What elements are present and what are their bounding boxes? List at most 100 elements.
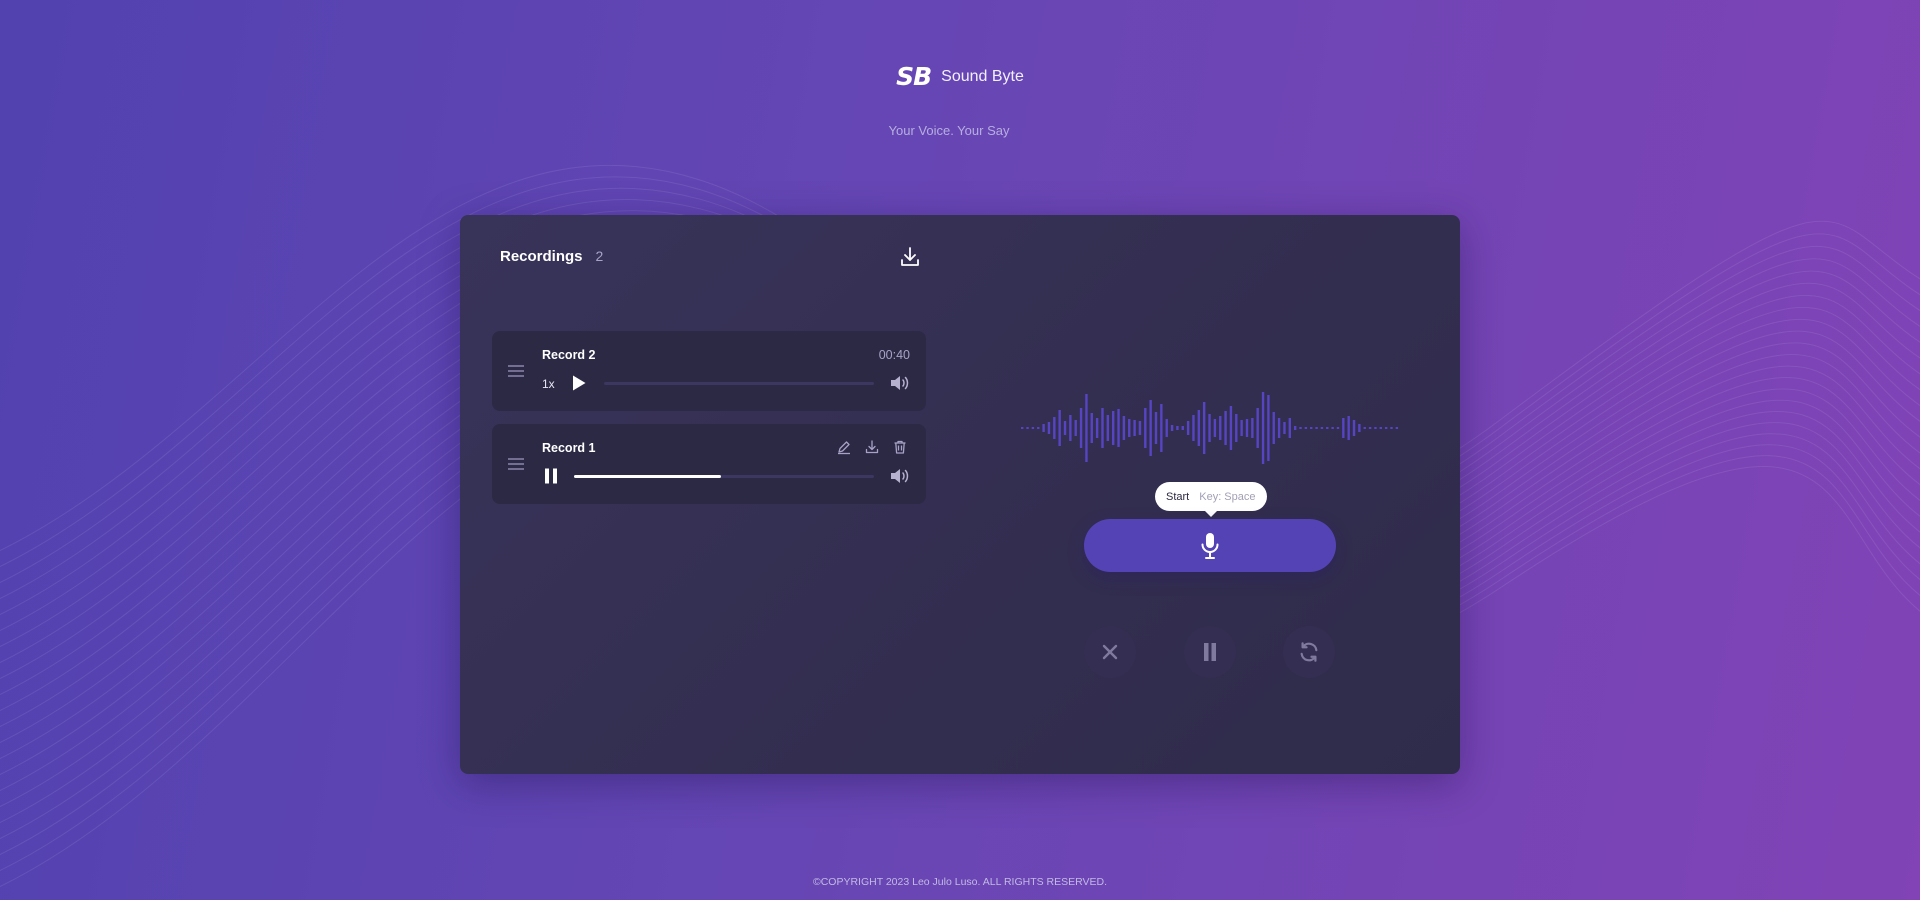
microphone-icon <box>1201 532 1219 559</box>
wave-bar <box>1069 415 1072 441</box>
tooltip-action: Start <box>1166 490 1190 503</box>
wave-bar <box>1101 408 1104 448</box>
playback-speed-button[interactable]: 1x <box>542 377 555 391</box>
wave-bar <box>1384 427 1388 429</box>
recordings-count: 2 <box>595 248 604 264</box>
wave-bar <box>1154 412 1158 444</box>
recording-name: Record 2 <box>542 348 596 362</box>
discard-button[interactable] <box>1084 626 1136 678</box>
volume-icon[interactable] <box>890 375 910 391</box>
wave-bar <box>1037 427 1040 429</box>
wave-bar <box>1261 392 1265 464</box>
wave-bar <box>1224 411 1227 445</box>
wave-bar <box>1390 427 1393 429</box>
wave-bar <box>1229 406 1233 450</box>
wave-bar <box>1160 404 1163 452</box>
wave-bar <box>1288 418 1292 438</box>
wave-bar <box>1342 418 1345 438</box>
wave-bar <box>1117 409 1120 447</box>
edit-icon[interactable] <box>836 439 852 455</box>
wave-bar <box>1111 411 1115 445</box>
drag-handle-icon[interactable] <box>508 458 524 470</box>
wave-bar <box>1267 395 1270 461</box>
wave-bar <box>1304 427 1308 429</box>
recording-name: Record 1 <box>542 441 596 455</box>
wave-bar <box>1095 418 1099 438</box>
wave-bar <box>1277 418 1281 438</box>
wave-bar <box>1331 427 1334 429</box>
record-button[interactable] <box>1084 519 1336 572</box>
wave-bar <box>1047 422 1051 434</box>
wave-bar <box>1363 427 1366 429</box>
reset-button[interactable] <box>1283 626 1335 678</box>
recordings-title: Recordings <box>500 248 583 265</box>
progress-fill <box>574 475 721 478</box>
wave-bar <box>1213 419 1217 437</box>
wave-bar <box>1192 415 1195 441</box>
progress-track[interactable] <box>604 382 874 385</box>
pause-icon <box>1204 643 1216 661</box>
recording-duration: 00:40 <box>878 348 910 362</box>
wave-bar <box>1245 419 1249 437</box>
wave-bar <box>1358 424 1361 432</box>
recording-card: Record 2 00:40 1x <box>492 331 926 411</box>
refresh-icon <box>1300 642 1318 662</box>
wave-bar <box>1170 425 1174 431</box>
wave-bar <box>1144 408 1147 448</box>
wave-bar <box>1106 415 1110 441</box>
wave-bar <box>1202 402 1206 454</box>
wave-bar <box>1021 427 1024 429</box>
wave-bar <box>1026 427 1029 429</box>
wave-bar <box>1197 410 1201 446</box>
wave-bar <box>1138 421 1142 435</box>
wave-bar <box>1058 410 1061 446</box>
recording-card: Record 1 <box>492 424 926 504</box>
wave-bar <box>1079 408 1083 448</box>
wave-bar <box>1176 426 1179 430</box>
wave-bar <box>1347 416 1350 440</box>
brand-logo: SB <box>896 62 932 91</box>
download-all-button[interactable] <box>898 245 922 269</box>
record-tooltip: Start Key: Space <box>1155 482 1267 517</box>
audio-waveform <box>1021 392 1399 464</box>
play-icon[interactable] <box>572 375 586 391</box>
wave-bar <box>1186 421 1190 435</box>
tagline: Your Voice. Your Say <box>888 123 1010 138</box>
wave-bar <box>1395 427 1399 429</box>
wave-bar <box>1053 417 1056 439</box>
recordings-header: Recordings 2 <box>500 248 603 265</box>
trash-icon[interactable] <box>892 439 908 455</box>
wave-bar <box>1074 420 1077 436</box>
wave-bar <box>1310 427 1313 429</box>
wave-bar <box>1085 394 1088 462</box>
wave-bar <box>1256 408 1259 448</box>
wave-bar <box>1368 427 1372 429</box>
tooltip-shortcut: Key: Space <box>1199 490 1256 503</box>
progress-track[interactable] <box>574 475 874 478</box>
wave-bar <box>1122 416 1126 440</box>
wave-bar <box>1149 400 1152 456</box>
download-icon[interactable] <box>864 439 880 455</box>
wave-bar <box>1326 427 1329 429</box>
wave-bar <box>1219 416 1222 440</box>
volume-icon[interactable] <box>890 468 910 484</box>
wave-bar <box>1379 427 1382 429</box>
wave-bar <box>1165 419 1168 437</box>
wave-bar <box>1272 412 1275 444</box>
wave-bar <box>1181 426 1184 430</box>
wave-bar <box>1299 427 1302 429</box>
close-icon <box>1102 644 1118 660</box>
main-panel: Recordings 2 Record 2 00:40 1x Record 1 … <box>460 215 1460 774</box>
drag-handle-icon[interactable] <box>508 365 524 377</box>
footer-copyright: ©COPYRIGHT 2023 Leo Julo Luso. ALL RIGHT… <box>812 876 1108 888</box>
wave-bar <box>1063 421 1067 435</box>
wave-bar <box>1031 427 1035 429</box>
pause-icon[interactable] <box>544 468 558 484</box>
wave-bar <box>1090 413 1093 443</box>
wave-bar <box>1336 427 1340 429</box>
wave-bar <box>1283 422 1286 434</box>
pause-recording-button[interactable] <box>1184 626 1236 678</box>
wave-bar <box>1320 427 1324 429</box>
wave-bar <box>1133 420 1136 436</box>
wave-bar <box>1293 426 1297 430</box>
